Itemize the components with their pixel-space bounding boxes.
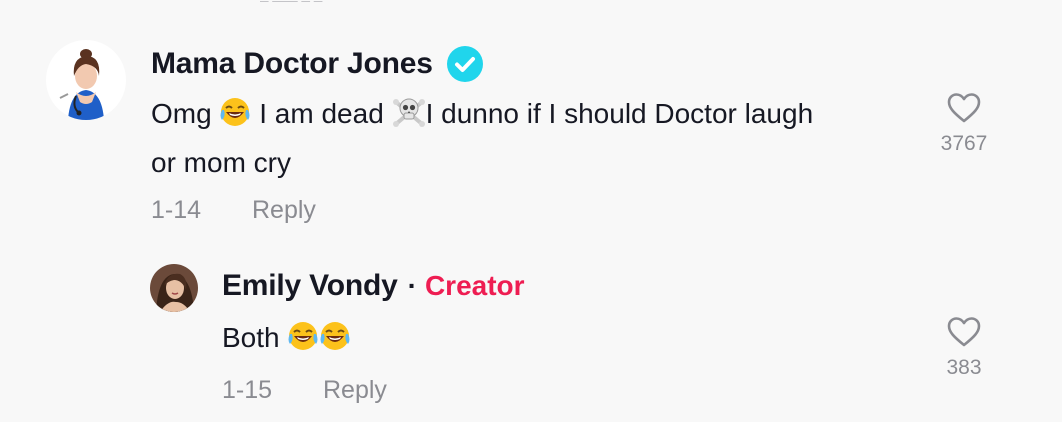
- like-button[interactable]: 383: [924, 316, 1004, 380]
- reply-header: Emily Vondy · Creator: [222, 266, 525, 306]
- reply-username[interactable]: Emily Vondy: [222, 269, 398, 303]
- comment-date: 1-14: [151, 196, 202, 224]
- creator-badge: Creator: [424, 270, 525, 301]
- previous-comment-edge: ━ ━━━ ━ ━: [260, 0, 460, 2]
- comment-username[interactable]: Mama Doctor Jones: [151, 47, 433, 81]
- comment-text-part: I am dead: [259, 98, 384, 129]
- reply-date: 1-15: [222, 376, 273, 404]
- comment-text: Omg I am dead I dunno if I should Doctor…: [151, 92, 911, 185]
- comment-meta: 1-14 Reply: [151, 196, 316, 225]
- comment-text-part: Omg: [151, 98, 212, 129]
- reply-text-part: Both: [222, 322, 280, 353]
- verified-check-icon: [446, 46, 483, 82]
- comment-text-part: I dunno if I should Doctor laugh: [425, 98, 814, 129]
- face-with-tears-of-joy-emoji: [287, 320, 319, 365]
- comment-text-part: or mom cry: [151, 147, 291, 178]
- reply-button[interactable]: Reply: [252, 196, 316, 224]
- heart-outline-icon: [947, 93, 981, 123]
- name-separator: ·: [407, 270, 417, 301]
- like-count: 383: [946, 356, 982, 379]
- reply-meta: 1-15 Reply: [222, 376, 387, 405]
- avatar[interactable]: [46, 40, 126, 120]
- like-count: 3767: [940, 132, 988, 155]
- like-button[interactable]: 3767: [924, 92, 1004, 156]
- face-with-tears-of-joy-emoji: [219, 96, 251, 141]
- skull-and-crossbones-emoji: [392, 94, 426, 141]
- heart-outline-icon: [947, 317, 981, 347]
- comment-header: Mama Doctor Jones: [151, 44, 483, 84]
- avatar[interactable]: [150, 264, 198, 312]
- reply-text: Both: [222, 316, 822, 365]
- face-with-tears-of-joy-emoji: [319, 320, 351, 365]
- reply-button[interactable]: Reply: [323, 376, 387, 404]
